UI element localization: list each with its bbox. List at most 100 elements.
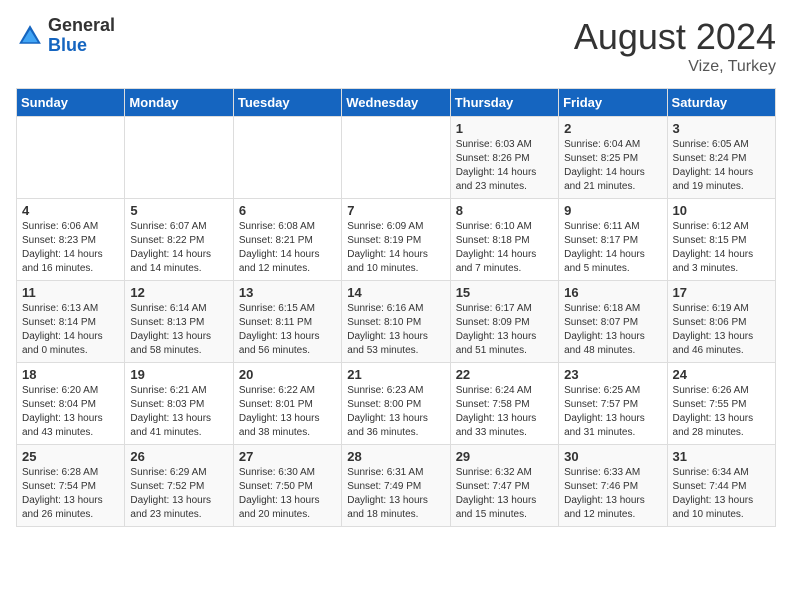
weekday-header: Tuesday [233, 89, 341, 117]
calendar-cell: 28 Sunrise: 6:31 AM Sunset: 7:49 PM Dayli… [342, 445, 450, 527]
title-block: August 2024 Vize, Turkey [574, 16, 776, 76]
calendar-cell [233, 117, 341, 199]
day-number: 19 [130, 367, 227, 382]
day-number: 17 [673, 285, 770, 300]
day-number: 11 [22, 285, 119, 300]
day-info: Sunrise: 6:10 AM Sunset: 8:18 PM Dayligh… [456, 220, 553, 276]
weekday-header: Wednesday [342, 89, 450, 117]
day-info: Sunrise: 6:28 AM Sunset: 7:54 PM Dayligh… [22, 466, 119, 522]
logo-blue: Blue [48, 35, 87, 55]
calendar-cell: 29 Sunrise: 6:32 AM Sunset: 7:47 PM Dayli… [450, 445, 558, 527]
calendar-cell: 16 Sunrise: 6:18 AM Sunset: 8:07 PM Dayli… [559, 281, 667, 363]
calendar-week-row: 25 Sunrise: 6:28 AM Sunset: 7:54 PM Dayli… [17, 445, 776, 527]
calendar-cell: 14 Sunrise: 6:16 AM Sunset: 8:10 PM Dayli… [342, 281, 450, 363]
day-number: 14 [347, 285, 444, 300]
day-info: Sunrise: 6:31 AM Sunset: 7:49 PM Dayligh… [347, 466, 444, 522]
calendar-cell [125, 117, 233, 199]
day-info: Sunrise: 6:03 AM Sunset: 8:26 PM Dayligh… [456, 138, 553, 194]
calendar-cell: 10Sunrise: 6:12 AM Sunset: 8:15 PM Dayli… [667, 199, 775, 281]
day-info: Sunrise: 6:24 AM Sunset: 7:58 PM Dayligh… [456, 384, 553, 440]
day-info: Sunrise: 6:07 AM Sunset: 8:22 PM Dayligh… [130, 220, 227, 276]
day-info: Sunrise: 6:26 AM Sunset: 7:55 PM Dayligh… [673, 384, 770, 440]
calendar-cell: 2 Sunrise: 6:04 AM Sunset: 8:25 PM Daylig… [559, 117, 667, 199]
day-number: 18 [22, 367, 119, 382]
logo: General Blue [16, 16, 115, 56]
day-info: Sunrise: 6:30 AM Sunset: 7:50 PM Dayligh… [239, 466, 336, 522]
calendar-cell: 25 Sunrise: 6:28 AM Sunset: 7:54 PM Dayli… [17, 445, 125, 527]
day-number: 31 [673, 449, 770, 464]
calendar-cell: 27 Sunrise: 6:30 AM Sunset: 7:50 PM Dayli… [233, 445, 341, 527]
weekday-header-row: SundayMondayTuesdayWednesdayThursdayFrid… [17, 89, 776, 117]
calendar-cell: 7 Sunrise: 6:09 AM Sunset: 8:19 PM Daylig… [342, 199, 450, 281]
calendar-table: SundayMondayTuesdayWednesdayThursdayFrid… [16, 88, 776, 527]
calendar-cell [342, 117, 450, 199]
day-number: 2 [564, 121, 661, 136]
day-info: Sunrise: 6:19 AM Sunset: 8:06 PM Dayligh… [673, 302, 770, 358]
day-info: Sunrise: 6:32 AM Sunset: 7:47 PM Dayligh… [456, 466, 553, 522]
day-info: Sunrise: 6:22 AM Sunset: 8:01 PM Dayligh… [239, 384, 336, 440]
day-number: 29 [456, 449, 553, 464]
day-number: 20 [239, 367, 336, 382]
weekday-header: Sunday [17, 89, 125, 117]
calendar-cell: 30Sunrise: 6:33 AM Sunset: 7:46 PM Dayli… [559, 445, 667, 527]
day-number: 9 [564, 203, 661, 218]
day-info: Sunrise: 6:20 AM Sunset: 8:04 PM Dayligh… [22, 384, 119, 440]
weekday-header: Thursday [450, 89, 558, 117]
calendar-cell: 6Sunrise: 6:08 AM Sunset: 8:21 PM Daylig… [233, 199, 341, 281]
day-number: 22 [456, 367, 553, 382]
calendar-cell: 11Sunrise: 6:13 AM Sunset: 8:14 PM Dayli… [17, 281, 125, 363]
day-info: Sunrise: 6:29 AM Sunset: 7:52 PM Dayligh… [130, 466, 227, 522]
day-info: Sunrise: 6:05 AM Sunset: 8:24 PM Dayligh… [673, 138, 770, 194]
calendar-cell: 9 Sunrise: 6:11 AM Sunset: 8:17 PM Daylig… [559, 199, 667, 281]
day-number: 25 [22, 449, 119, 464]
calendar-cell: 18 Sunrise: 6:20 AM Sunset: 8:04 PM Dayli… [17, 363, 125, 445]
day-number: 7 [347, 203, 444, 218]
calendar-cell: 13 Sunrise: 6:15 AM Sunset: 8:11 PM Dayli… [233, 281, 341, 363]
day-info: Sunrise: 6:21 AM Sunset: 8:03 PM Dayligh… [130, 384, 227, 440]
day-number: 23 [564, 367, 661, 382]
calendar-cell: 3 Sunrise: 6:05 AM Sunset: 8:24 PM Daylig… [667, 117, 775, 199]
day-info: Sunrise: 6:09 AM Sunset: 8:19 PM Dayligh… [347, 220, 444, 276]
calendar-week-row: 4Sunrise: 6:06 AM Sunset: 8:23 PM Daylig… [17, 199, 776, 281]
day-number: 16 [564, 285, 661, 300]
day-number: 10 [673, 203, 770, 218]
logo-general: General [48, 15, 115, 35]
day-info: Sunrise: 6:15 AM Sunset: 8:11 PM Dayligh… [239, 302, 336, 358]
calendar-cell: 5Sunrise: 6:07 AM Sunset: 8:22 PM Daylig… [125, 199, 233, 281]
calendar-cell: 31 Sunrise: 6:34 AM Sunset: 7:44 PM Dayli… [667, 445, 775, 527]
calendar-week-row: 18 Sunrise: 6:20 AM Sunset: 8:04 PM Dayli… [17, 363, 776, 445]
day-info: Sunrise: 6:14 AM Sunset: 8:13 PM Dayligh… [130, 302, 227, 358]
day-info: Sunrise: 6:11 AM Sunset: 8:17 PM Dayligh… [564, 220, 661, 276]
day-info: Sunrise: 6:16 AM Sunset: 8:10 PM Dayligh… [347, 302, 444, 358]
calendar-cell: 12Sunrise: 6:14 AM Sunset: 8:13 PM Dayli… [125, 281, 233, 363]
calendar-cell: 21Sunrise: 6:23 AM Sunset: 8:00 PM Dayli… [342, 363, 450, 445]
calendar-cell: 23Sunrise: 6:25 AM Sunset: 7:57 PM Dayli… [559, 363, 667, 445]
day-info: Sunrise: 6:08 AM Sunset: 8:21 PM Dayligh… [239, 220, 336, 276]
day-number: 3 [673, 121, 770, 136]
day-number: 1 [456, 121, 553, 136]
day-number: 13 [239, 285, 336, 300]
day-number: 30 [564, 449, 661, 464]
logo-text: General Blue [48, 16, 115, 56]
calendar-cell: 1 Sunrise: 6:03 AM Sunset: 8:26 PM Daylig… [450, 117, 558, 199]
day-number: 15 [456, 285, 553, 300]
day-number: 24 [673, 367, 770, 382]
day-info: Sunrise: 6:04 AM Sunset: 8:25 PM Dayligh… [564, 138, 661, 194]
calendar-cell: 19 Sunrise: 6:21 AM Sunset: 8:03 PM Dayli… [125, 363, 233, 445]
calendar-cell: 4Sunrise: 6:06 AM Sunset: 8:23 PM Daylig… [17, 199, 125, 281]
weekday-header: Saturday [667, 89, 775, 117]
day-number: 4 [22, 203, 119, 218]
day-number: 21 [347, 367, 444, 382]
day-info: Sunrise: 6:34 AM Sunset: 7:44 PM Dayligh… [673, 466, 770, 522]
weekday-header: Monday [125, 89, 233, 117]
logo-icon [16, 22, 44, 50]
calendar-cell [17, 117, 125, 199]
day-info: Sunrise: 6:17 AM Sunset: 8:09 PM Dayligh… [456, 302, 553, 358]
calendar-week-row: 1 Sunrise: 6:03 AM Sunset: 8:26 PM Daylig… [17, 117, 776, 199]
day-number: 27 [239, 449, 336, 464]
day-number: 28 [347, 449, 444, 464]
month-title: August 2024 [574, 16, 776, 58]
day-number: 26 [130, 449, 227, 464]
day-info: Sunrise: 6:18 AM Sunset: 8:07 PM Dayligh… [564, 302, 661, 358]
location: Vize, Turkey [574, 58, 776, 76]
